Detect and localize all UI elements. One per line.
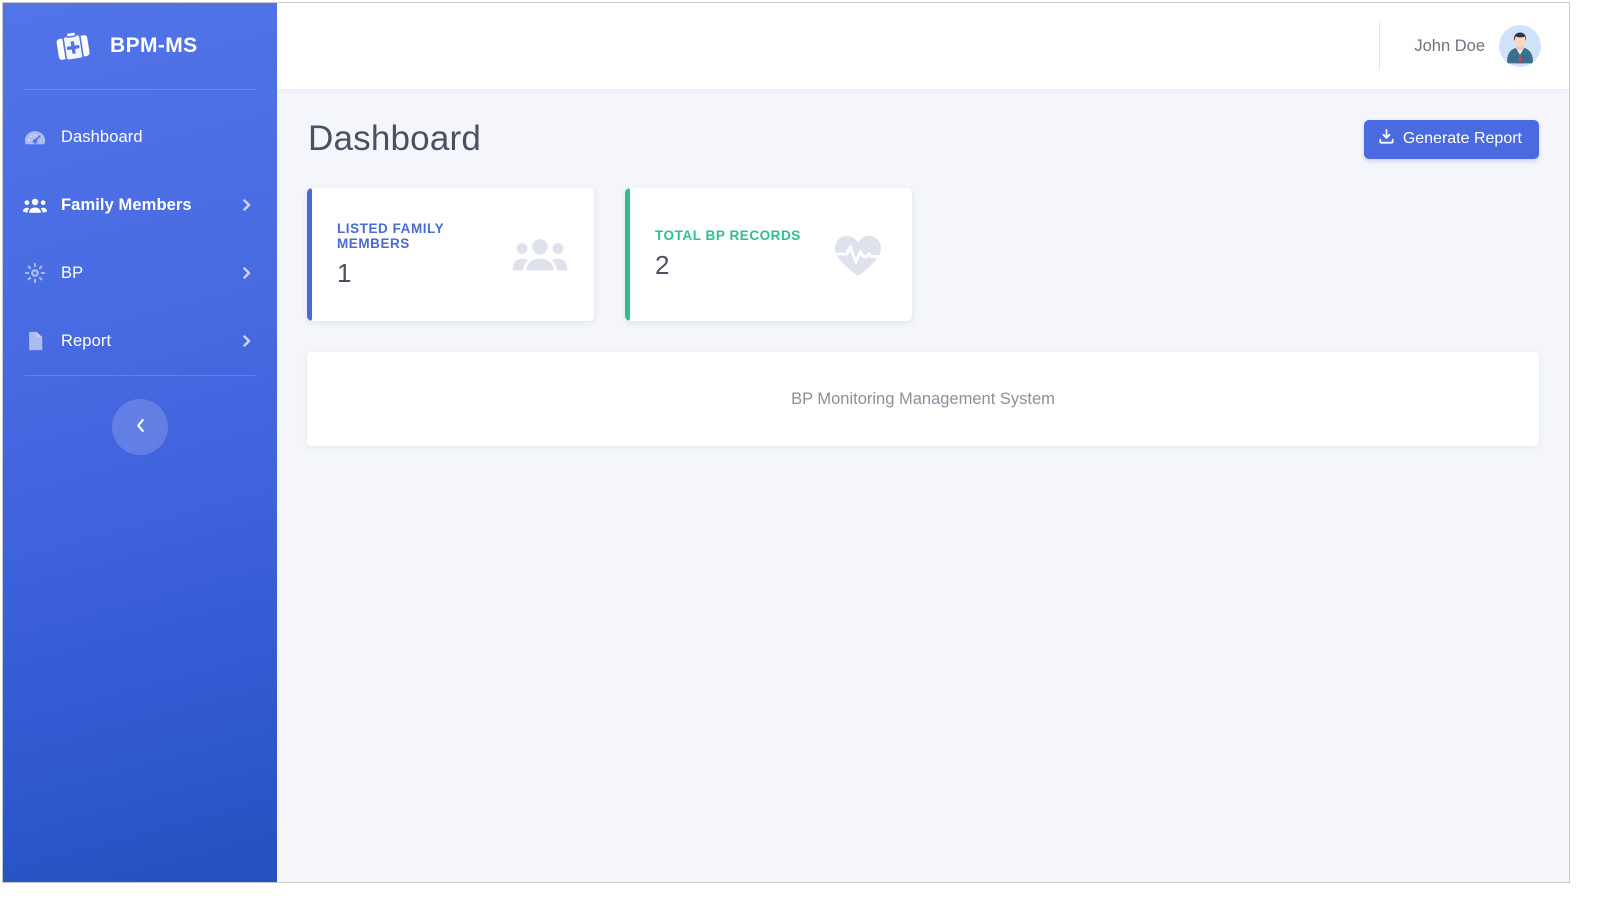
sidebar-collapse-button[interactable] [112, 399, 168, 455]
avatar[interactable] [1499, 25, 1541, 67]
stat-cards: Listed Family Members 1 [307, 188, 1539, 321]
sidebar-collapse-wrap [3, 399, 277, 455]
brand-title: BPM-MS [110, 34, 198, 57]
info-panel: BP Monitoring Management System [307, 352, 1539, 446]
stat-card-bp-records[interactable]: Total BP Records 2 [625, 188, 912, 321]
chevron-left-icon [133, 417, 148, 437]
download-icon [1379, 129, 1394, 149]
sidebar: BPM-MS Dashboard Family Members BP Repor… [3, 3, 277, 882]
heart-pulse-icon [830, 232, 886, 278]
medical-kit-icon [53, 26, 93, 66]
brand[interactable]: BPM-MS [3, 3, 277, 89]
chevron-right-icon [241, 198, 253, 212]
stat-card-label: Listed Family Members [337, 220, 444, 251]
generate-report-button[interactable]: Generate Report [1363, 119, 1539, 159]
users-icon [23, 195, 47, 215]
sidebar-item-label: BP [61, 263, 84, 282]
users-group-icon [512, 232, 568, 278]
stat-card-value: 2 [655, 250, 670, 280]
stat-card-text: Total BP Records 2 [655, 228, 830, 281]
stat-card-label: Total BP Records [655, 228, 801, 243]
sidebar-item-family-members[interactable]: Family Members [3, 171, 277, 239]
info-panel-text: BP Monitoring Management System [791, 389, 1055, 408]
generate-report-label: Generate Report [1402, 130, 1522, 147]
sidebar-item-dashboard[interactable]: Dashboard [3, 103, 277, 171]
dashboard-content: Dashboard Generate Report Listed Family … [277, 89, 1569, 882]
sidebar-bottom-divider [25, 375, 255, 376]
browser-page: BPM-MS Dashboard Family Members BP Repor… [2, 2, 1570, 883]
sidebar-item-bp[interactable]: BP [3, 239, 277, 307]
sidebar-item-label: Report [61, 331, 112, 350]
topbar: John Doe [277, 3, 1569, 89]
page-title: Dashboard [308, 119, 482, 158]
main-area: John Doe Dashboard Generate Report LISTE… [277, 3, 1569, 882]
stat-card-text: Listed Family Members 1 [337, 221, 512, 289]
sidebar-item-label: Family Members [61, 195, 192, 214]
chevron-right-icon [241, 334, 253, 348]
stat-card-family-members[interactable]: Listed Family Members 1 [307, 188, 594, 321]
sidebar-item-label: Dashboard [61, 127, 143, 146]
sun-icon [23, 263, 47, 283]
sidebar-nav: Dashboard Family Members BP Report [3, 90, 277, 375]
page-header: Dashboard Generate Report [307, 119, 1539, 159]
gauge-icon [23, 127, 47, 147]
topbar-divider [1379, 22, 1381, 70]
user-name: John Doe [1414, 36, 1485, 55]
file-icon [23, 331, 47, 351]
chevron-right-icon [241, 266, 253, 280]
stat-card-value: 1 [337, 257, 352, 288]
sidebar-item-report[interactable]: Report [3, 307, 277, 375]
